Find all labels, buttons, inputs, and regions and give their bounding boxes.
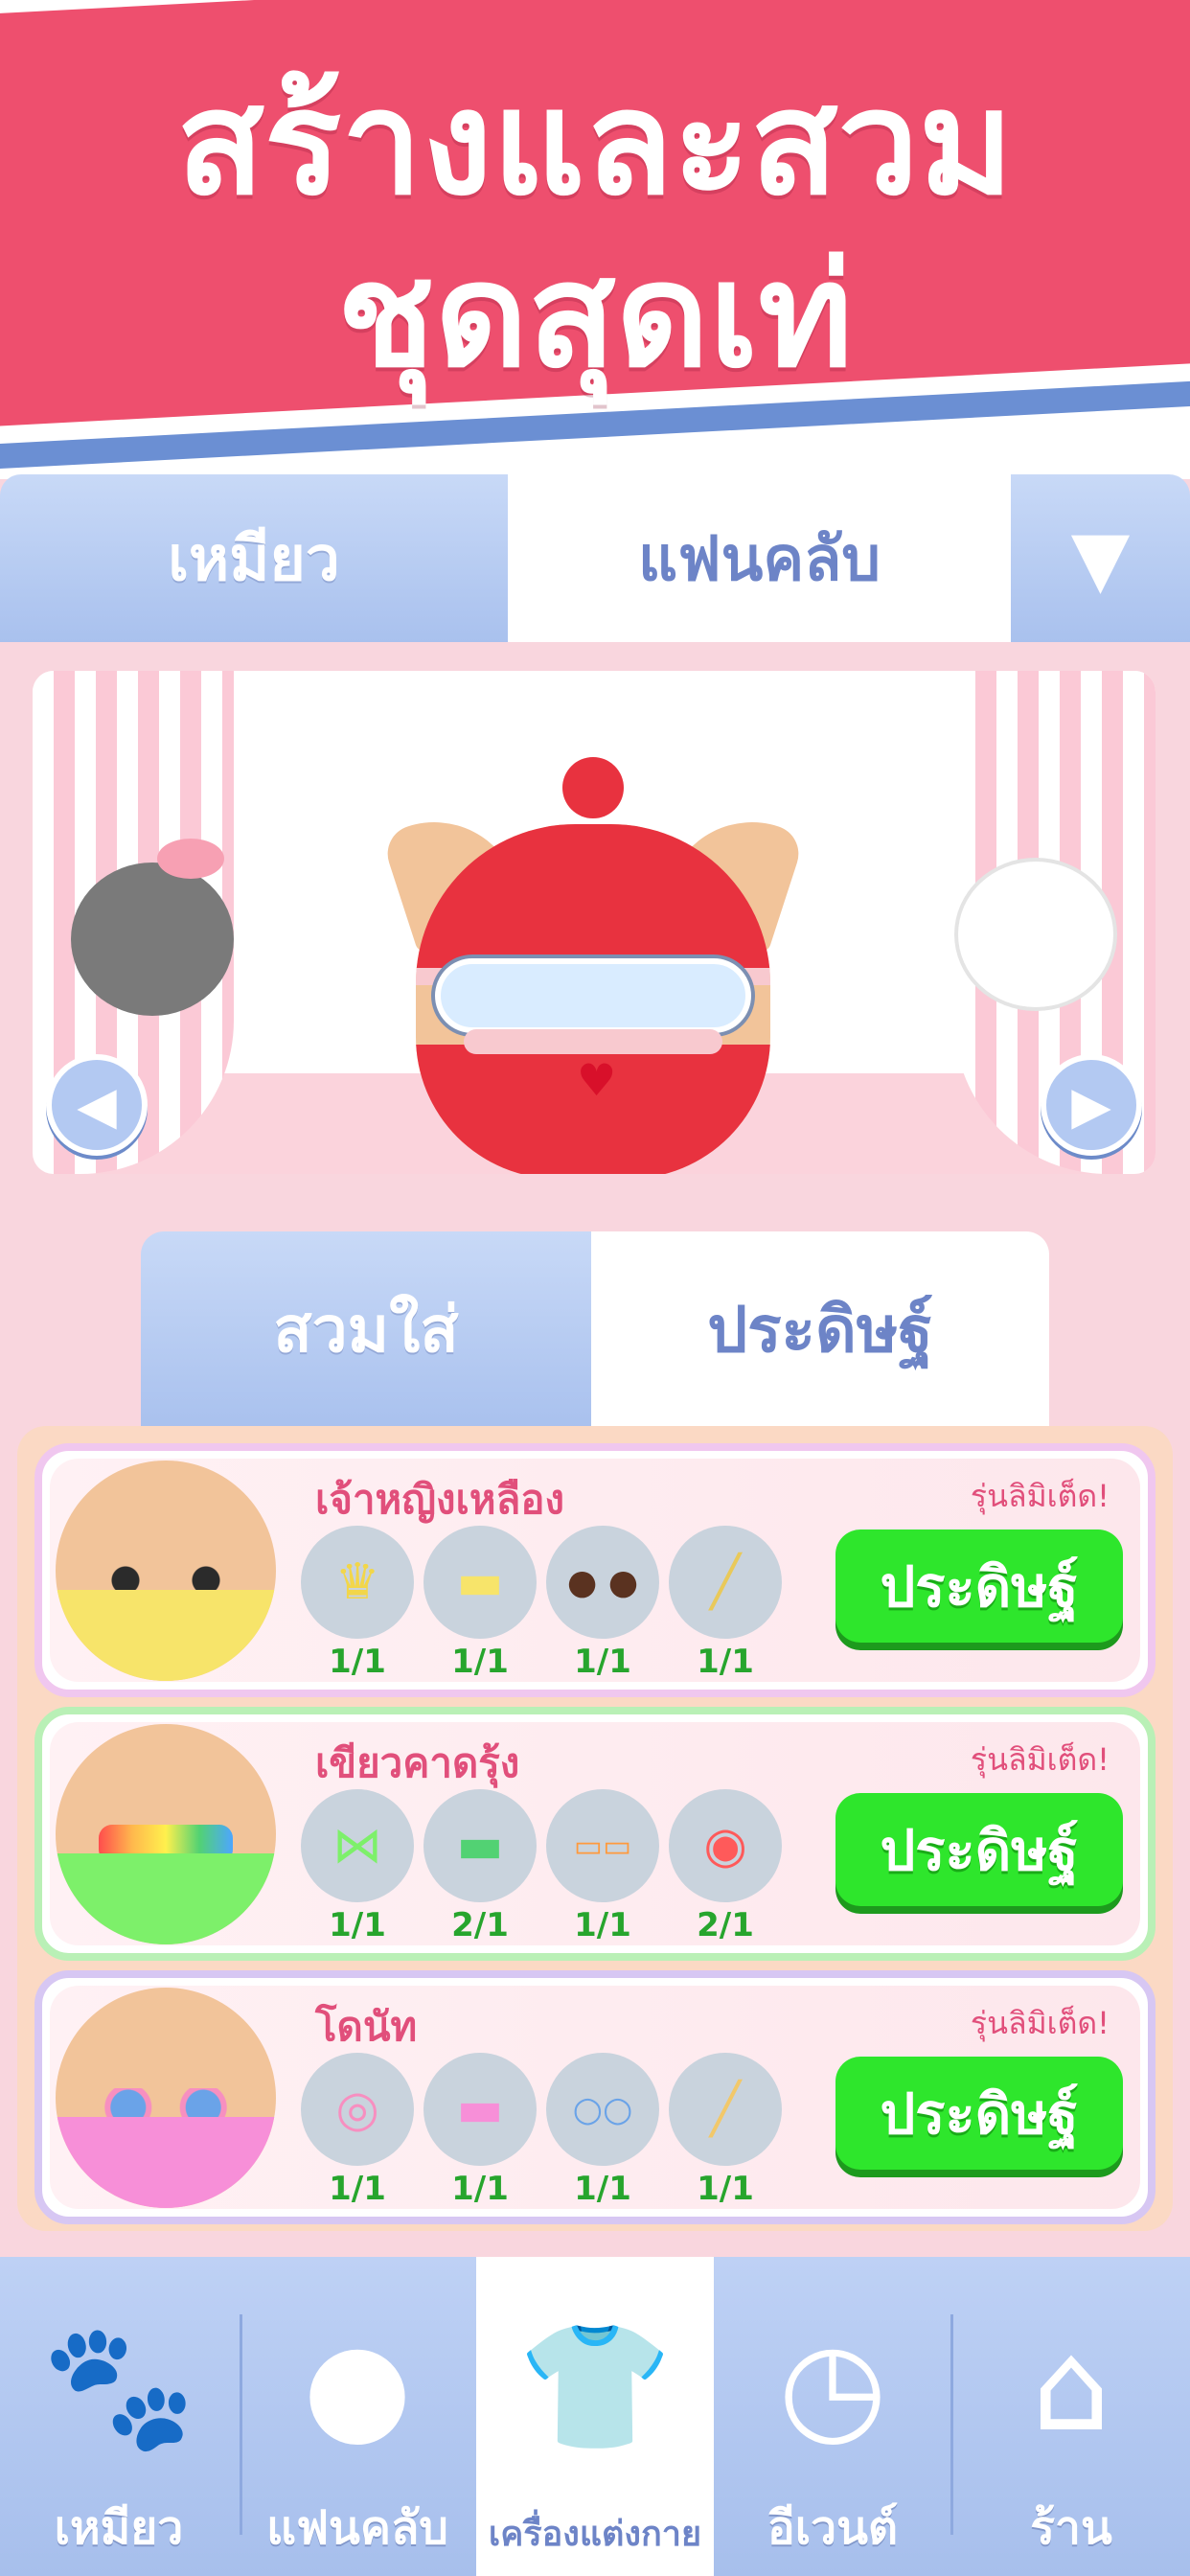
part-item: ◎ 1/1 bbox=[301, 2053, 414, 2208]
wand-icon: ╱ bbox=[669, 1526, 782, 1639]
previous-cat-preview[interactable] bbox=[71, 862, 234, 1016]
craft-button[interactable]: ประดิษฐ์ bbox=[835, 2057, 1123, 2170]
nav-item-fanclub[interactable]: ● แฟนคลับ bbox=[239, 2257, 476, 2576]
banner-title-line2: ชุดสุดเท่ bbox=[336, 233, 854, 400]
part-item: ◉ 2/1 bbox=[669, 1789, 782, 1944]
outfit-row: เขียวคาดรุ้ง รุ่นลิมิเต็ด! ⋈ 1/1 ▬ 2/1 ▭… bbox=[34, 1707, 1156, 1961]
nav-label: อีเวนต์ bbox=[767, 2501, 899, 2555]
part-count: 1/1 bbox=[697, 2170, 754, 2208]
shirt-icon: 👕 bbox=[517, 2312, 673, 2459]
part-count: 1/1 bbox=[329, 2170, 386, 2208]
outfit-name: เขียวคาดรุ้ง bbox=[315, 1739, 520, 1786]
nav-label: เครื่องแต่งกาย bbox=[488, 2515, 702, 2554]
nav-item-shop[interactable]: ⌂ ร้าน bbox=[952, 2257, 1190, 2576]
paw-icon: 🐾 bbox=[41, 2312, 196, 2459]
sweater-collar bbox=[464, 1029, 722, 1054]
part-count: 1/1 bbox=[574, 1643, 631, 1681]
main-cat-avatar: ♥ bbox=[379, 757, 807, 1174]
part-count: 1/1 bbox=[329, 1906, 386, 1944]
crown-icon: ♛ bbox=[301, 1526, 414, 1639]
part-item: ▬ 1/1 bbox=[423, 2053, 537, 2208]
previous-arrow-button[interactable]: ◀ bbox=[46, 1054, 148, 1156]
ski-goggles bbox=[435, 958, 751, 1033]
part-item: ╱ 1/1 bbox=[669, 2053, 782, 2208]
clock-icon: ◷ bbox=[778, 2313, 887, 2459]
part-item: ○○ 1/1 bbox=[546, 2053, 659, 2208]
nav-item-costumes[interactable]: 👕 เครื่องแต่งกาย bbox=[476, 2257, 714, 2576]
outfit-row: โดนัท รุ่นลิมิเต็ด! ◎ 1/1 ▬ 1/1 ○○ 1/1 ╱… bbox=[34, 1970, 1156, 2224]
bow-icon: ⋈ bbox=[301, 1789, 414, 1902]
lollipop-icon: ◉ bbox=[669, 1789, 782, 1902]
outfit-parts: ⋈ 1/1 ▬ 2/1 ▭▭ 1/1 ◉ 2/1 bbox=[301, 1789, 791, 1944]
donut-icon: ◎ bbox=[301, 2053, 414, 2166]
portrait-outfit bbox=[56, 2117, 276, 2208]
craft-button[interactable]: ประดิษฐ์ bbox=[835, 1793, 1123, 1906]
bow-icon bbox=[157, 839, 224, 879]
eyes-icon: ● ● bbox=[546, 1526, 659, 1639]
outfit-portrait bbox=[56, 1460, 276, 1681]
glasses-icon: ○○ bbox=[546, 2053, 659, 2166]
part-item: ▬ 2/1 bbox=[423, 1789, 537, 1944]
dropdown-icon[interactable]: ▼ bbox=[1011, 474, 1190, 642]
part-count: 2/1 bbox=[697, 1906, 754, 1944]
part-count: 2/1 bbox=[451, 1906, 509, 1944]
part-count: 1/1 bbox=[451, 1643, 509, 1681]
limited-edition-label: รุ่นลิมิเต็ด! bbox=[970, 1478, 1110, 1514]
nav-item-cats[interactable]: 🐾 เหมียว bbox=[0, 2257, 238, 2576]
limited-edition-label: รุ่นลิมิเต็ด! bbox=[970, 2005, 1110, 2041]
nav-item-events[interactable]: ◷ อีเวนต์ bbox=[714, 2257, 951, 2576]
mode-tab-bar: สวมใส่ ประดิษฐ์ bbox=[141, 1231, 1049, 1428]
top-icon: ▬ bbox=[423, 1789, 537, 1902]
glasses-icon: ▭▭ bbox=[546, 1789, 659, 1902]
beanie-hat bbox=[416, 824, 770, 968]
part-count: 1/1 bbox=[574, 1906, 631, 1944]
outfit-name: เจ้าหญิงเหลือง bbox=[315, 1476, 565, 1523]
cat-body: ♥ bbox=[416, 824, 770, 1174]
top-tab-bar: เหมียว แฟนคลับ ▼ bbox=[0, 474, 1190, 642]
pompom bbox=[562, 757, 624, 818]
nav-label: ร้าน bbox=[1030, 2501, 1112, 2555]
portrait-outfit bbox=[56, 1853, 276, 1944]
part-count: 1/1 bbox=[574, 2170, 631, 2208]
part-item: ╱ 1/1 bbox=[669, 1526, 782, 1681]
outfit-name: โดนัท bbox=[315, 2003, 418, 2050]
outfit-portrait bbox=[56, 1988, 276, 2208]
craft-button[interactable]: ประดิษฐ์ bbox=[835, 1530, 1123, 1643]
outfit-parts: ◎ 1/1 ▬ 1/1 ○○ 1/1 ╱ 1/1 bbox=[301, 2053, 791, 2208]
outfit-portrait bbox=[56, 1724, 276, 1944]
top-icon: ▬ bbox=[423, 1526, 537, 1639]
outfit-list: เจ้าหญิงเหลือง รุ่นลิมิเต็ด! ♛ 1/1 ▬ 1/1… bbox=[17, 1426, 1173, 2231]
wand-icon: ╱ bbox=[669, 2053, 782, 2166]
part-item: ♛ 1/1 bbox=[301, 1526, 414, 1681]
limited-edition-label: รุ่นลิมิเต็ด! bbox=[970, 1741, 1110, 1778]
tab-craft[interactable]: ประดิษฐ์ bbox=[591, 1231, 1049, 1428]
cat-preview-stage: ♥ ◀ ▶ bbox=[33, 671, 1156, 1174]
part-item: ▬ 1/1 bbox=[423, 1526, 537, 1681]
part-count: 1/1 bbox=[329, 1643, 386, 1681]
part-item: ▭▭ 1/1 bbox=[546, 1789, 659, 1944]
top-icon: ▬ bbox=[423, 2053, 537, 2166]
outfit-row: เจ้าหญิงเหลือง รุ่นลิมิเต็ด! ♛ 1/1 ▬ 1/1… bbox=[34, 1443, 1156, 1697]
shop-icon: ⌂ bbox=[1031, 2313, 1111, 2459]
portrait-outfit bbox=[56, 1590, 276, 1681]
promo-banner: สร้างและสวม ชุดสุดเท่ bbox=[0, 0, 1190, 479]
nav-label: เหมียว bbox=[54, 2501, 184, 2555]
next-cat-preview[interactable] bbox=[954, 858, 1117, 1011]
bottom-nav-bar: 🐾 เหมียว ● แฟนคลับ 👕 เครื่องแต่งกาย ◷ อี… bbox=[0, 2257, 1190, 2576]
cat-head-icon: ● bbox=[303, 2313, 412, 2459]
banner-title: สร้างและสวม ชุดสุดเท่ bbox=[0, 58, 1190, 402]
part-count: 1/1 bbox=[697, 1643, 754, 1681]
part-item: ⋈ 1/1 bbox=[301, 1789, 414, 1944]
heart-icon: ♥ bbox=[577, 1054, 617, 1106]
nav-label: แฟนคลับ bbox=[266, 2501, 448, 2555]
part-item: ● ● 1/1 bbox=[546, 1526, 659, 1681]
part-count: 1/1 bbox=[451, 2170, 509, 2208]
banner-title-line1: สร้างและสวม bbox=[176, 60, 1014, 227]
next-arrow-button[interactable]: ▶ bbox=[1041, 1054, 1142, 1156]
tab-wear[interactable]: สวมใส่ bbox=[141, 1231, 591, 1428]
tab-cats[interactable]: เหมียว bbox=[0, 474, 508, 642]
tab-fanclub[interactable]: แฟนคลับ bbox=[508, 474, 1011, 642]
outfit-parts: ♛ 1/1 ▬ 1/1 ● ● 1/1 ╱ 1/1 bbox=[301, 1526, 791, 1681]
